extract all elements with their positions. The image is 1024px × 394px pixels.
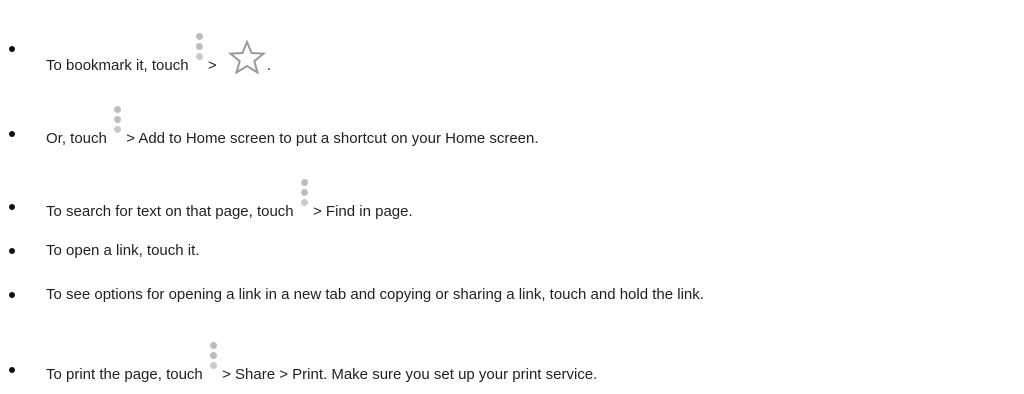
bullet — [9, 292, 15, 298]
list-item: To bookmark it, touch > . — [0, 33, 1024, 74]
star-outline-icon — [227, 40, 266, 74]
bullet — [9, 248, 15, 254]
list-item: To see options for opening a link in a n… — [0, 280, 1024, 310]
list-item: To search for text on that page, touch >… — [0, 179, 1024, 222]
more-vertical-icon — [195, 33, 204, 70]
list-item: To open a link, touch it. — [0, 236, 1024, 266]
list-item-text: Or, touch > Add to Home screen to put a … — [46, 106, 539, 148]
more-vertical-icon — [300, 179, 309, 216]
bullet — [9, 204, 15, 210]
bullet — [9, 46, 15, 52]
bullet — [9, 131, 15, 137]
bullet — [9, 367, 15, 373]
list-item-text: To search for text on that page, touch >… — [46, 179, 413, 221]
list-item-text: To see options for opening a link in a n… — [46, 286, 704, 303]
list-item-text: To print the page, touch > Share > Print… — [46, 342, 597, 384]
more-vertical-icon — [114, 106, 122, 143]
list-item: To print the page, touch > Share > Print… — [0, 342, 1024, 385]
more-vertical-icon — [209, 342, 218, 379]
list-item-text: To bookmark it, touch > . — [46, 33, 271, 75]
list-item: Or, touch > Add to Home screen to put a … — [0, 106, 1024, 149]
list-item-text: To open a link, touch it. — [46, 242, 200, 259]
